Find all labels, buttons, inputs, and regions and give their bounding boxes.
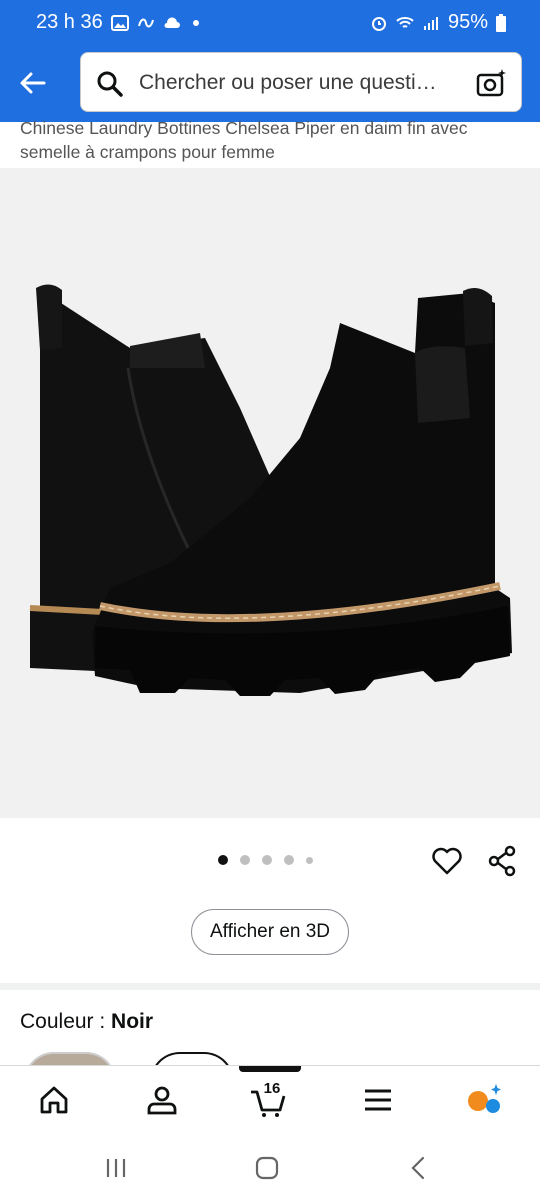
home-system-icon[interactable] [252, 1153, 282, 1183]
share-icon[interactable] [486, 844, 520, 878]
color-label: Couleur : [20, 1010, 112, 1033]
gallery-icon [110, 14, 129, 31]
home-icon[interactable] [36, 1082, 72, 1118]
cloud-icon [164, 16, 180, 28]
back-system-icon[interactable] [404, 1153, 434, 1183]
page-dot-1[interactable] [218, 855, 228, 865]
camera-search-icon[interactable] [475, 67, 507, 99]
search-icon [97, 71, 123, 97]
wifi-icon [396, 16, 414, 28]
alarm-icon [371, 16, 386, 31]
color-value: Noir [111, 1010, 154, 1033]
recent-apps-icon[interactable] [101, 1153, 131, 1183]
search-input[interactable]: Chercher ou poser une questi… [139, 71, 437, 95]
signal-link-icon [137, 18, 154, 27]
active-tab-indicator [239, 1066, 301, 1072]
page-dot-3[interactable] [262, 855, 272, 865]
cart-count: 16 [263, 1080, 281, 1097]
product-title: Chinese Laundry Bottines Chelsea Piper e… [20, 118, 468, 162]
account-icon[interactable] [144, 1082, 180, 1118]
dot-icon [192, 19, 199, 26]
system-nav [0, 1135, 540, 1200]
heart-icon[interactable] [430, 844, 464, 878]
battery-text: 95% [447, 11, 488, 33]
page-dot-4[interactable] [284, 855, 294, 865]
bottom-nav [0, 1065, 540, 1135]
signal-icon [423, 16, 438, 30]
product-image[interactable] [0, 168, 540, 818]
status-bar: 23 h 36 95% [0, 0, 540, 46]
view-3d-button[interactable]: Afficher en 3D [191, 909, 349, 955]
section-divider [0, 983, 540, 990]
top-header: Chercher ou poser une questi… [0, 46, 540, 122]
search-bar[interactable]: Chercher ou poser une questi… [80, 52, 522, 112]
boots-image [29, 284, 512, 696]
page-dot-2[interactable] [240, 855, 250, 865]
page-dot-5[interactable] [306, 856, 313, 864]
back-arrow-icon[interactable] [16, 66, 50, 100]
image-pagination[interactable] [218, 855, 313, 865]
color-variation: Couleur : Noir [20, 1010, 153, 1034]
battery-icon [496, 13, 506, 32]
rufus-icon[interactable] [466, 1082, 502, 1118]
status-time: 23 h 36 [36, 11, 103, 33]
menu-icon[interactable] [360, 1082, 396, 1118]
